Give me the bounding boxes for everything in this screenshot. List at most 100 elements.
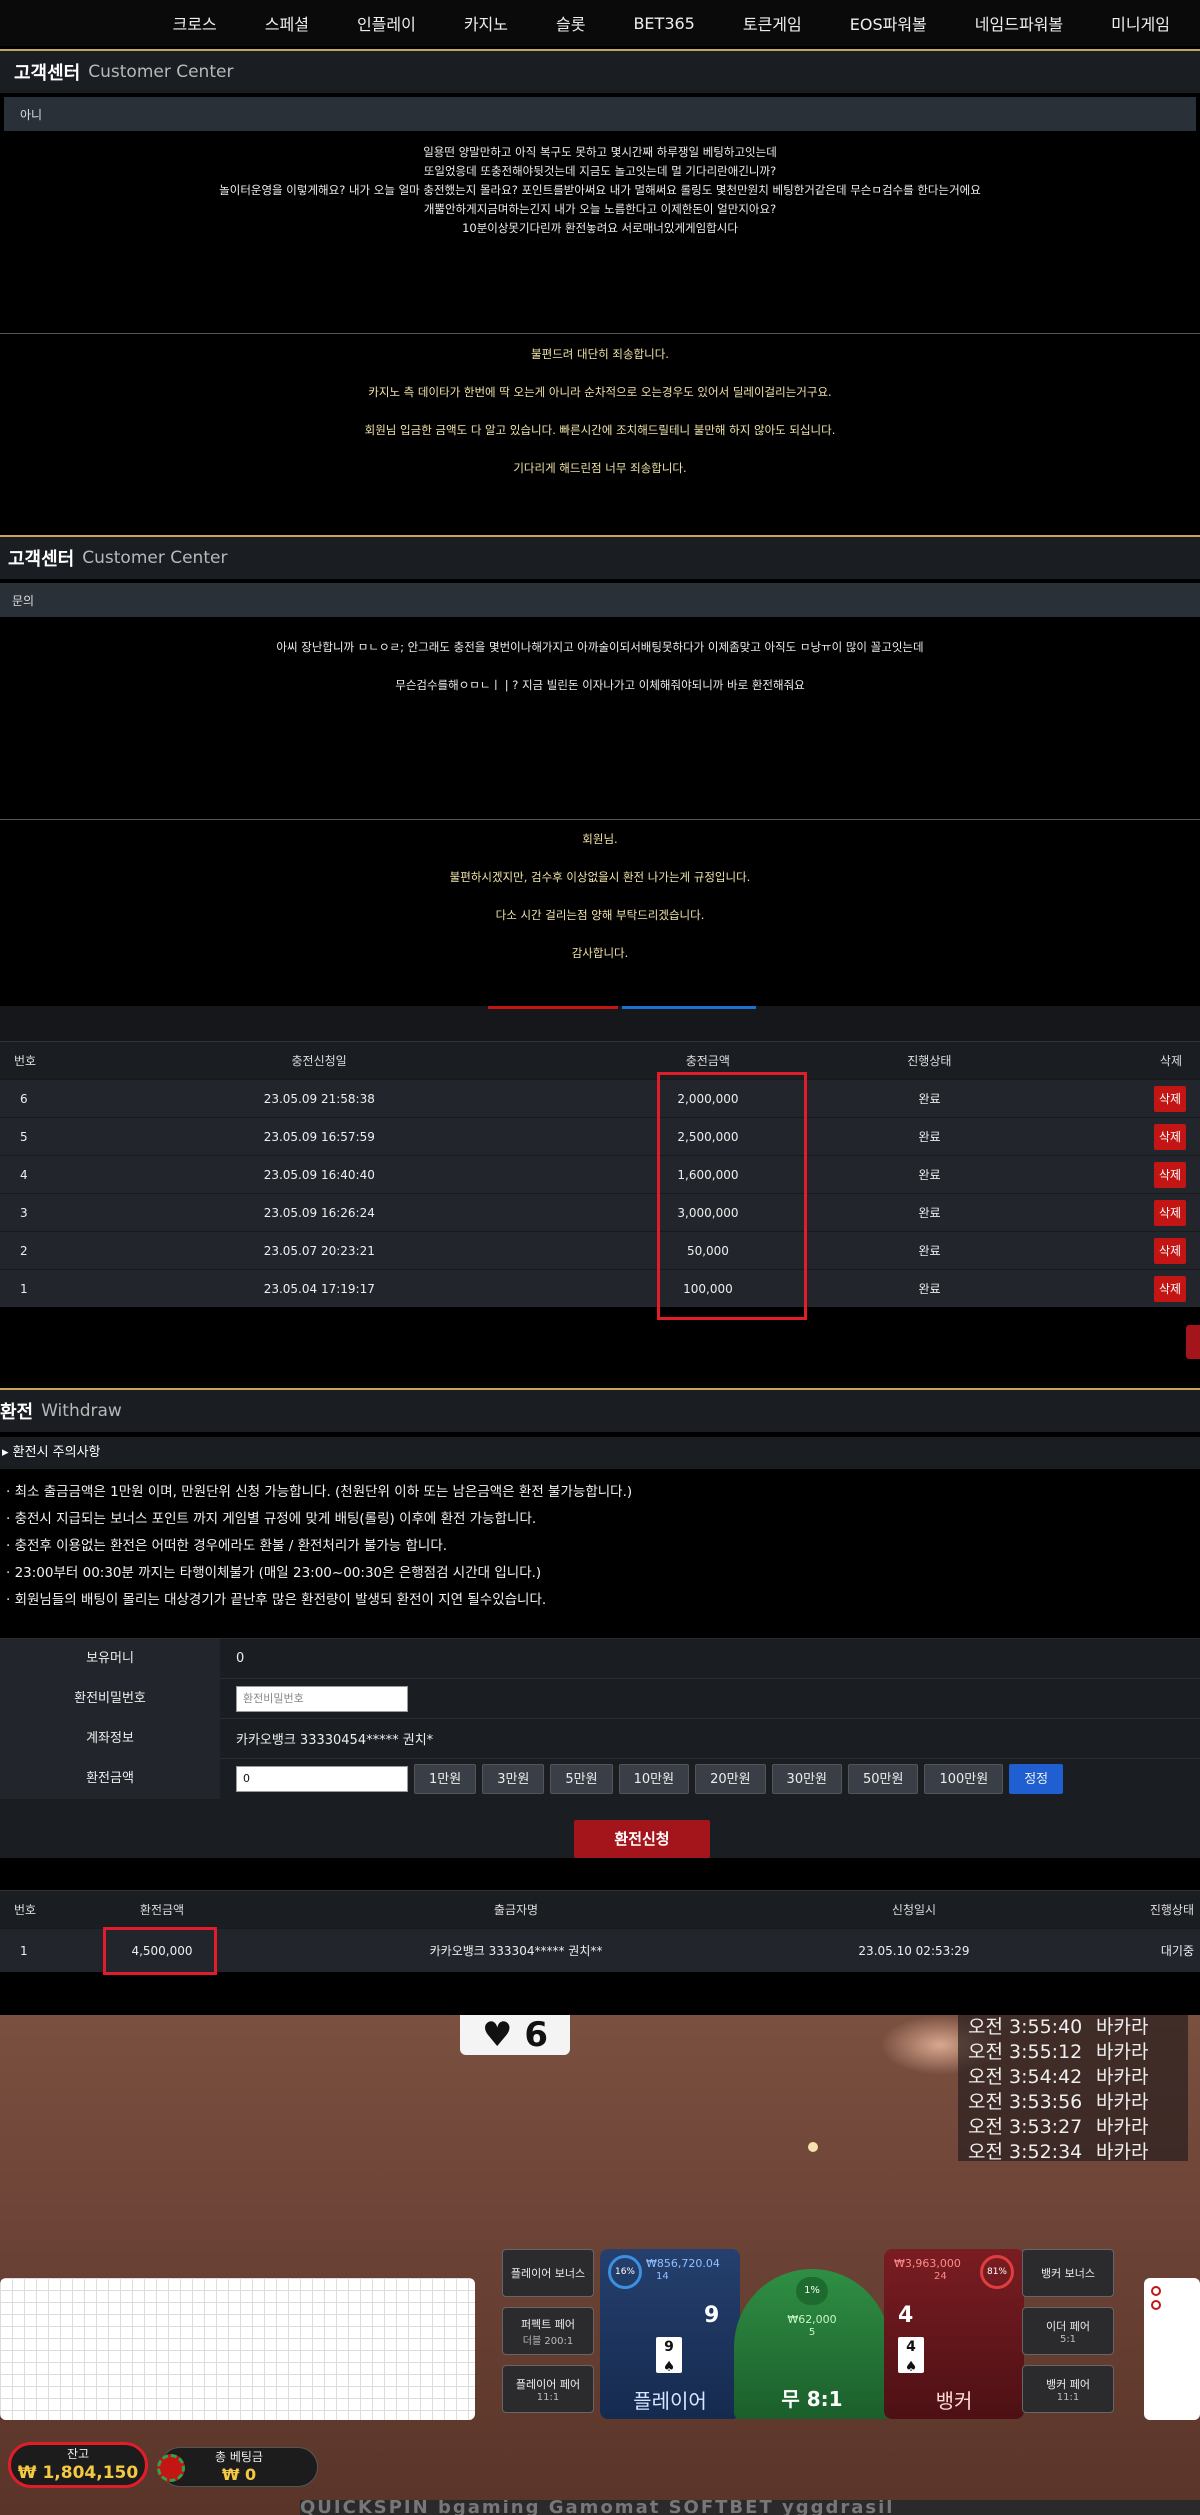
- answer-line: 감사합니다.: [571, 946, 629, 960]
- row-number: 6: [20, 1091, 28, 1106]
- history-row: 오전 3:55:12 바카라: [958, 2040, 1188, 2065]
- nav-item[interactable]: 크로스: [149, 11, 241, 35]
- player-pair-bet[interactable]: 플레이어 페어 11:1: [502, 2365, 594, 2413]
- delete-button[interactable]: 삭제: [1154, 1237, 1186, 1264]
- nav-item[interactable]: 네임드파워볼: [951, 11, 1087, 35]
- delete-button[interactable]: 삭제: [1154, 1275, 1186, 1302]
- table-body: 6 23.05.09 21:58:38 2,000,000 완료 삭제 5 23.05.09…: [0, 1079, 1200, 1307]
- amount-button[interactable]: 20만원: [695, 1763, 766, 1794]
- provider-logos: QUICKSPIN bgaming Gamomat SOFTBET yggdra…: [300, 2500, 1200, 2515]
- deposit-date: 23.05.07 20:23:21: [263, 1243, 375, 1258]
- total-bet-display: 총 베팅금 ₩ 0: [157, 2447, 318, 2487]
- playing-card: ♥ 6: [460, 2015, 570, 2055]
- scroll-tab[interactable]: [1186, 1325, 1200, 1359]
- cs-question-1: 일용떤 양말만하고 아직 복구도 못하고 몇시간째 하루쟁일 베팅하고잇는데 또…: [0, 143, 1200, 238]
- deposit-date: 23.05.09 16:40:40: [263, 1167, 375, 1182]
- col-header: 진행상태: [907, 1054, 952, 1068]
- answer-line: 불편하시겠지만, 검수후 이상없을시 환전 나가는게 규정입니다.: [449, 870, 751, 884]
- perfect-pair-bet[interactable]: 퍼펙트 페어더블 200:1: [502, 2307, 594, 2355]
- road-scoreboard: [0, 2278, 475, 2420]
- table-row: 6 23.05.09 21:58:38 2,000,000 완료 삭제: [0, 1079, 1200, 1117]
- delete-button[interactable]: 삭제: [1154, 1161, 1186, 1188]
- withdraw-notices: · 최소 출금금액은 1만원 이며, 만원단위 신청 가능합니다. (천원단위 …: [0, 1479, 1200, 1614]
- nav-item[interactable]: BET365: [609, 14, 718, 33]
- amount-button[interactable]: 30만원: [771, 1763, 843, 1794]
- banker-pair-bet[interactable]: 뱅커 페어 11:1: [1022, 2365, 1114, 2413]
- amount-button[interactable]: 1만원: [414, 1763, 477, 1794]
- odds: 더블 200:1: [522, 2335, 574, 2347]
- cs-title: 고객센터: [14, 63, 81, 84]
- amount-button[interactable]: 50만원: [848, 1763, 919, 1794]
- deposit-status: 완료: [918, 1130, 941, 1144]
- table-row: 5 23.05.09 16:57:59 2,500,000 완료 삭제: [0, 1117, 1200, 1155]
- player-bet[interactable]: 16% ₩856,720.04 14 9 9 ♠ 플레이어: [600, 2249, 740, 2419]
- withdraw-header: 환전 Withdraw: [0, 1388, 1200, 1432]
- tie-label: 무 8:1: [781, 2387, 843, 2411]
- account-label: 계좌정보: [0, 1718, 220, 1759]
- deposit-date: 23.05.09 16:26:24: [263, 1205, 375, 1220]
- player-bonus-bet[interactable]: 플레이어 보너스: [502, 2249, 594, 2297]
- col-header: 삭제: [1159, 1054, 1182, 1068]
- withdraw-amount-input[interactable]: 0: [236, 1765, 408, 1792]
- withdraw-submit-button[interactable]: 환전신청: [574, 1820, 710, 1858]
- deposit-date: 23.05.09 21:58:38: [263, 1091, 375, 1106]
- col-header: 번호: [14, 1903, 37, 1917]
- chip-icon: [157, 2454, 185, 2482]
- nav-item[interactable]: 슬롯: [532, 11, 609, 35]
- amount-button[interactable]: 3만원: [482, 1763, 545, 1794]
- notice-line: · 충전후 이용없는 환전은 어떠한 경우에라도 환불 / 환전처리가 불가능 …: [6, 1538, 448, 1554]
- deposit-date: 23.05.04 17:19:17: [263, 1281, 375, 1296]
- tab-indicator-withdraw[interactable]: [622, 1006, 756, 1009]
- tie-bet[interactable]: 1% ₩62,000 5 무 8:1: [734, 2269, 890, 2419]
- nav-item[interactable]: EOS파워볼: [826, 11, 951, 35]
- amount-button[interactable]: 5만원: [550, 1763, 613, 1794]
- delete-button[interactable]: 삭제: [1154, 1123, 1186, 1150]
- answer-line: 회원님.: [582, 832, 618, 846]
- notice-line: · 최소 출금금액은 1만원 이며, 만원단위 신청 가능합니다. (천원단위 …: [6, 1484, 633, 1500]
- money-label: 보유머니: [0, 1638, 220, 1679]
- cs-title: 고객센터: [8, 549, 75, 570]
- cs-answer-2: 회원님. 불편하시겠지만, 검수후 이상없을시 환전 나가는게 규정입니다. 다…: [0, 820, 1200, 972]
- col-header: 신청일시: [891, 1903, 937, 1917]
- history-game: 바카라: [1096, 2066, 1149, 2088]
- banker-bonus-bet[interactable]: 뱅커 보너스: [1022, 2249, 1114, 2297]
- form-row-amount: 환전금액 0 1만원 3만원 5만원 10만원 20만원 30만원 50만원 100만원 정정: [0, 1758, 1200, 1799]
- banker-amount: ₩3,963,000: [894, 2257, 961, 2270]
- table-row: 1 23.05.04 17:19:17 100,000 완료 삭제: [0, 1269, 1200, 1307]
- label: 뱅커 보너스: [1040, 2267, 1096, 2280]
- col-header: 진행상태: [1149, 1903, 1194, 1917]
- label: 뱅커 페어: [1046, 2377, 1090, 2391]
- withdraw-date: 23.05.10 02:53:29: [858, 1943, 970, 1958]
- player-label: 플레이어: [633, 2389, 707, 2413]
- row-number: 5: [20, 1129, 28, 1144]
- delete-button[interactable]: 삭제: [1154, 1199, 1186, 1226]
- history-row: 오전 3:53:56 바카라: [958, 2090, 1188, 2115]
- nav-item[interactable]: 인플레이: [333, 11, 440, 35]
- withdraw-password-input[interactable]: 환전비밀번호: [236, 1685, 408, 1712]
- nav-item[interactable]: 미니게임: [1087, 11, 1194, 35]
- label: 플레이어 보너스: [510, 2267, 586, 2280]
- nav-item[interactable]: 스페셜: [241, 11, 333, 35]
- notice-line: · 회원님들의 배팅이 몰리는 대상경기가 끝난후 많은 환전량이 발생되 환전…: [6, 1592, 547, 1608]
- money-value: 0: [236, 1651, 245, 1666]
- amount-button[interactable]: 10만원: [618, 1763, 690, 1794]
- tab-indicator-deposit[interactable]: [488, 1006, 618, 1009]
- game-history: 오전 3:55:40 바카라 오전 3:55:12 바카라 오전 3:54:42 바카라 오…: [958, 2015, 1188, 2163]
- either-pair-bet[interactable]: 이더 페어 5:1: [1022, 2307, 1114, 2355]
- row-number: 4: [20, 1167, 28, 1182]
- correct-button[interactable]: 정정: [1009, 1763, 1064, 1794]
- road-scoreboard-right: [1144, 2278, 1200, 2420]
- label: 퍼펙트 페어: [520, 2317, 576, 2331]
- label: 이더 페어: [1046, 2319, 1090, 2333]
- cs-subject-1: 아니: [4, 97, 1196, 131]
- banker-bet[interactable]: ₩3,963,000 24 81% 4 4 ♠ 뱅커: [884, 2249, 1024, 2419]
- history-time: 오전 3:55:40: [968, 2016, 1083, 2038]
- nav-item[interactable]: 토큰게임: [719, 11, 826, 35]
- withdraw-notice-title: ▸ 환전시 주의사항: [0, 1437, 1200, 1469]
- amount-button[interactable]: 100만원: [924, 1763, 1004, 1794]
- deposit-status: 완료: [918, 1092, 941, 1106]
- delete-button[interactable]: 삭제: [1154, 1085, 1186, 1112]
- top-nav: 크로스 스페셜 인플레이 카지노 슬롯 BET365 토큰게임 EOS파워볼 네임드파워볼 미니게…: [0, 0, 1200, 46]
- history-game: 바카라: [1096, 2116, 1149, 2138]
- nav-item[interactable]: 카지노: [440, 11, 532, 35]
